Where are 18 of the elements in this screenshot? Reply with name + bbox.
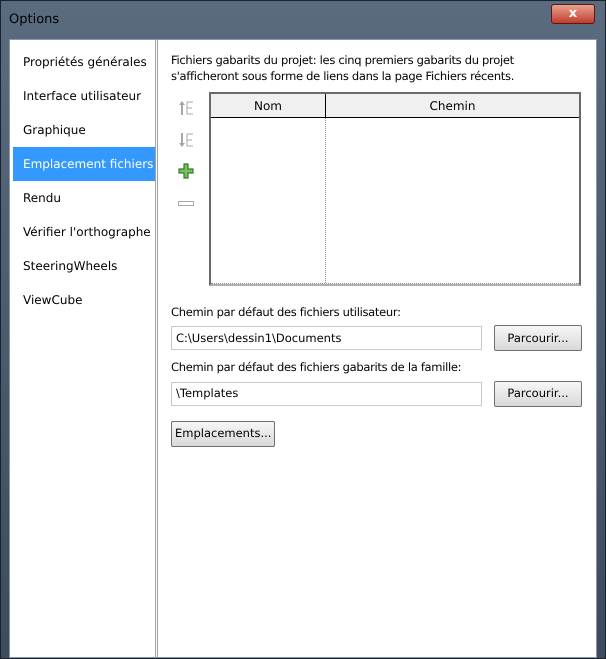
sidebar-item[interactable]: Rendu xyxy=(13,186,155,210)
sidebar-item[interactable]: Vérifier l'orthographe xyxy=(13,220,155,244)
column-header[interactable]: Chemin xyxy=(326,94,579,117)
description-text: Fichiers gabarits du projet: les cinq premiers gabarits du projet s'afficheront sous forme de liens dans la page Fichiers récents. xyxy=(171,52,516,84)
path-field[interactable]: C:\Users\dessin1\Documents xyxy=(171,326,482,350)
sidebar-item[interactable]: Graphique xyxy=(13,118,155,142)
sidebar-item[interactable]: SteeringWheels xyxy=(13,254,155,278)
sidebar-item[interactable]: Interface utilisateur xyxy=(13,84,155,108)
browse-button[interactable]: Parcourir... xyxy=(494,380,582,406)
field-label: Chemin par défaut des fichiers gabarits de la famille: xyxy=(171,359,462,376)
locations-button[interactable]: Emplacements... xyxy=(171,420,276,446)
browse-button[interactable]: Parcourir... xyxy=(494,325,582,352)
window-title: Options xyxy=(9,11,60,30)
sidebar-item[interactable]: Propriétés générales xyxy=(13,50,155,74)
path-field[interactable]: \Templates xyxy=(171,382,482,406)
column-header[interactable]: Nom xyxy=(211,94,326,117)
field-label: Chemin par défaut des fichiers utilisateur: xyxy=(171,304,402,321)
sidebar-item[interactable]: ViewCube xyxy=(13,288,155,312)
